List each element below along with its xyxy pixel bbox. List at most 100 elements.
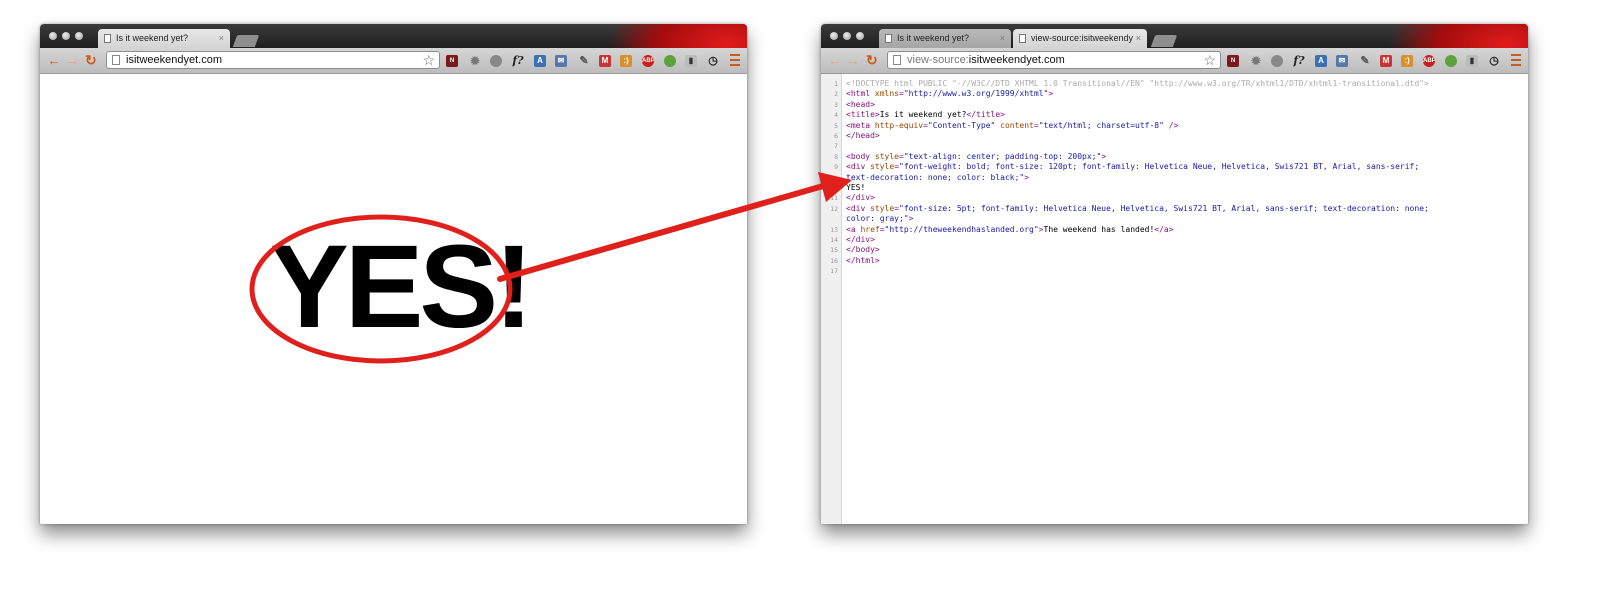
bookmark-star-icon[interactable]: ☆ xyxy=(1203,52,1216,68)
tab-close-button[interactable]: × xyxy=(1136,29,1141,48)
source-token: > xyxy=(908,214,914,224)
minimize-window-button[interactable] xyxy=(843,32,851,40)
line-number: 2 xyxy=(834,90,838,99)
source-code: </div> xyxy=(846,193,875,203)
source-code: YES! xyxy=(846,183,865,193)
tab-title: view-source:isitweekendy xyxy=(1031,33,1134,43)
pen-extension-icon[interactable]: ✎ xyxy=(578,55,590,67)
fx-extension-icon[interactable]: f? xyxy=(512,55,524,67)
source-token: text-decoration: none; color: black;" xyxy=(846,172,1025,182)
tab-close-button[interactable]: × xyxy=(219,29,224,48)
news-extension-icon[interactable]: N xyxy=(446,55,458,67)
source-line: 1 <!DOCTYPE html PUBLIC "-//W3C//DTD XHTM… xyxy=(821,79,1528,89)
source-token: > xyxy=(1101,151,1107,161)
pocket-extension-icon[interactable] xyxy=(1271,55,1283,67)
source-token: xmlns xyxy=(874,89,899,99)
source-line: 17 xyxy=(821,266,1528,276)
tab-view-source[interactable]: view-source:isitweekendy × xyxy=(1013,29,1147,48)
source-token: </title> xyxy=(966,110,1005,120)
address-bar[interactable]: isitweekendyet.com ☆ xyxy=(106,51,440,69)
bookmark-star-icon[interactable]: ☆ xyxy=(422,52,435,68)
bookmark-extension-icon[interactable]: ▮ xyxy=(1466,55,1478,67)
source-code: </div> xyxy=(846,235,875,245)
source-code: </head> xyxy=(846,131,880,141)
forward-arrow-icon[interactable]: → xyxy=(846,51,860,69)
zoom-window-button[interactable] xyxy=(856,32,864,40)
evernote-extension-icon[interactable] xyxy=(1445,55,1457,67)
source-line: 9 <div style="font-weight: bold; font-siz… xyxy=(821,162,1528,172)
pen-extension-icon[interactable]: ✎ xyxy=(1359,55,1371,67)
source-code: <meta http-equiv="Content-Type" content=… xyxy=(846,121,1178,131)
address-url-prefix: view-source: xyxy=(907,54,969,66)
menu-icon[interactable] xyxy=(1511,54,1521,66)
tab-title: Is it weekend yet? xyxy=(116,33,189,43)
source-token: "http://theweekendhaslanded.org" xyxy=(884,224,1039,234)
line-number: 6 xyxy=(834,132,838,140)
source-token: "text-align: center; padding-top: 200px;… xyxy=(903,151,1102,161)
address-url: isitweekendyet.com xyxy=(126,54,222,66)
source-token: <div xyxy=(846,203,871,213)
tab-is-it-weekend-yet[interactable]: Is it weekend yet? × xyxy=(98,29,230,48)
line-number: 9 xyxy=(834,163,838,172)
pocket-extension-icon[interactable] xyxy=(490,55,502,67)
back-arrow-icon[interactable]: ← xyxy=(47,51,61,69)
sun-extension-icon[interactable]: ✹ xyxy=(469,55,481,67)
translate-extension-icon[interactable]: A xyxy=(1315,55,1327,67)
source-code: <head> xyxy=(846,100,875,110)
forward-arrow-icon[interactable]: → xyxy=(65,51,79,69)
weekend-landed-link[interactable]: The weekend has landed! xyxy=(370,357,416,362)
fx-extension-icon[interactable]: f? xyxy=(1293,55,1305,67)
line-number: 13 xyxy=(830,225,838,234)
mail-extension-icon[interactable]: ✉ xyxy=(1336,55,1348,67)
mail-extension-icon[interactable]: ✉ xyxy=(555,55,567,67)
source-code: <a href="http://theweekendhaslanded.org"… xyxy=(846,225,1174,235)
gmail-extension-icon[interactable]: M xyxy=(599,55,611,67)
source-token: color: gray;" xyxy=(846,214,909,224)
news-extension-icon[interactable]: N xyxy=(1227,55,1239,67)
gmail-extension-icon[interactable]: M xyxy=(1380,55,1392,67)
reload-icon[interactable]: ↻ xyxy=(85,51,97,69)
sun-extension-icon[interactable]: ✹ xyxy=(1250,55,1262,67)
translate-extension-icon[interactable]: A xyxy=(534,55,546,67)
source-code: color: gray;"> xyxy=(846,214,913,224)
source-token: </a> xyxy=(1154,224,1174,234)
bookmark-extension-icon[interactable]: ▮ xyxy=(685,55,697,67)
browser-toolbar: ← → ↻ isitweekendyet.com ☆ N ✹ f? A ✉ ✎ … xyxy=(40,48,747,74)
reload-icon[interactable]: ↻ xyxy=(866,51,878,69)
tab-is-it-weekend-yet[interactable]: Is it weekend yet? × xyxy=(879,29,1011,48)
browser-toolbar: ← → ↻ view-source:isitweekendyet.com ☆ N… xyxy=(821,48,1528,74)
source-line: 13 <a href="http://theweekendhaslanded.or… xyxy=(821,225,1528,235)
source-token: <!DOCTYPE html PUBLIC "-//W3C//DTD XHTML… xyxy=(846,79,1429,88)
source-token: "font-size: 5pt; font-family: Helvetica … xyxy=(899,203,1429,213)
tab-close-button[interactable]: × xyxy=(1000,29,1005,48)
source-line: 4 <title>Is it weekend yet?</title> xyxy=(821,110,1528,120)
source-token: content xyxy=(995,120,1034,130)
source-line: 3 <head> xyxy=(821,100,1528,110)
source-token: YES! xyxy=(846,183,866,192)
source-code: <div style="font-size: 5pt; font-family:… xyxy=(846,204,1429,214)
source-token: style xyxy=(870,162,895,172)
menu-icon[interactable] xyxy=(730,54,740,66)
line-number: 12 xyxy=(830,204,838,213)
line-number: 17 xyxy=(830,267,838,276)
source-code: <html xmlns="http://www.w3.org/1999/xhtm… xyxy=(846,89,1053,99)
source-token: <body xyxy=(846,151,875,161)
zoom-window-button[interactable] xyxy=(75,32,83,40)
clock-extension-icon[interactable]: ◷ xyxy=(707,55,719,67)
clock-extension-icon[interactable]: ◷ xyxy=(1488,55,1500,67)
new-tab-button[interactable] xyxy=(232,35,260,47)
source-line: 15 </body> xyxy=(821,245,1528,255)
title-bar: Is it weekend yet? × view-source:isitwee… xyxy=(821,24,1528,48)
adblock-extension-icon[interactable]: ABP xyxy=(642,55,654,67)
close-window-button[interactable] xyxy=(49,32,57,40)
new-tab-button[interactable] xyxy=(1150,35,1178,47)
smiley-extension-icon[interactable]: :) xyxy=(620,55,632,67)
evernote-extension-icon[interactable] xyxy=(664,55,676,67)
source-line: 10 YES! xyxy=(821,183,1528,193)
minimize-window-button[interactable] xyxy=(62,32,70,40)
back-arrow-icon[interactable]: ← xyxy=(828,51,842,69)
address-bar[interactable]: view-source:isitweekendyet.com ☆ xyxy=(887,51,1221,69)
adblock-extension-icon[interactable]: ABP xyxy=(1423,55,1435,67)
smiley-extension-icon[interactable]: :) xyxy=(1401,55,1413,67)
close-window-button[interactable] xyxy=(830,32,838,40)
